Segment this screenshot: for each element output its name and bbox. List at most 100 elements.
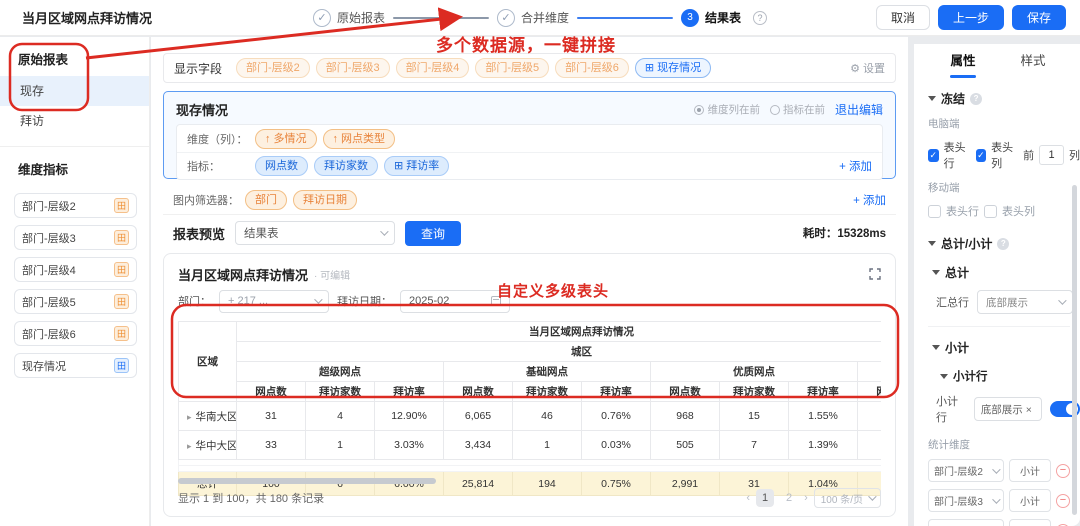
step-1[interactable]: ✓ 原始报表 — [312, 8, 385, 27]
record-summary: 显示 1 到 100，共 180 条记录 — [178, 493, 325, 505]
step-indicator: ✓ 原始报表 ✓ 合并维度 3 结果表 ? — [312, 8, 768, 27]
data-cell: 31 — [236, 401, 306, 431]
metric-tag-label: 拜访家数 — [324, 160, 368, 172]
mobile-header-col-label: 表头列 — [1002, 206, 1035, 218]
field-tag[interactable]: 部门-层级5 — [475, 58, 550, 78]
table-metric-header: 拜访家数 — [512, 381, 582, 402]
visit-date-input[interactable]: 2025-02 — [400, 289, 510, 313]
right-panel-scrollbar[interactable] — [1072, 185, 1077, 515]
metric-badge-icon: 田 — [114, 358, 129, 373]
data-cell: 33 — [236, 430, 306, 460]
expand-icon[interactable]: ▸ — [187, 441, 192, 451]
chart-filter-tag[interactable]: 部门 — [245, 189, 287, 210]
remove-dim-icon[interactable]: − — [1056, 493, 1070, 508]
subtotal-row-tagbox[interactable]: 底部展示 × — [973, 397, 1042, 421]
field-tag[interactable]: 部门-层级2 — [236, 58, 310, 78]
sidebar-field[interactable]: 部门-层级4 田 — [14, 257, 137, 282]
step-check-icon: ✓ — [496, 8, 515, 27]
fullscreen-icon[interactable] — [869, 268, 881, 280]
region-cell[interactable]: ▸ 华南大区 — [178, 401, 237, 431]
tab-attributes[interactable]: 属性 — [928, 44, 998, 78]
step-3[interactable]: 3 结果表 — [681, 8, 741, 27]
edit-panel-title: 现存情况 — [176, 102, 229, 118]
report-title-suffix: · 可编辑 — [314, 270, 351, 282]
data-cell: 968 — [650, 401, 720, 431]
sum-row-select[interactable]: 底部展示 — [977, 290, 1073, 314]
freeze-header-row-label: 表头行 — [943, 142, 966, 170]
layout-gap — [908, 36, 1080, 44]
stat-dim-agg[interactable]: 小计 — [1009, 519, 1051, 526]
step-connector — [577, 16, 674, 19]
report-title: 当月区域网点拜访情况 — [178, 267, 309, 283]
sidebar-source-拜访[interactable]: 拜访 — [0, 106, 149, 136]
stat-dim-agg[interactable]: 小计 — [1009, 489, 1051, 512]
field-tag[interactable]: 部门-层级4 — [395, 58, 470, 78]
dim-col-label: 维度（列）： — [187, 133, 248, 146]
query-button[interactable]: 查询 — [405, 220, 462, 246]
tab-style[interactable]: 样式 — [998, 44, 1068, 78]
sidebar-field[interactable]: 部门-层级6 田 — [14, 321, 137, 346]
metric-tag[interactable]: 拜访家数 — [314, 156, 378, 176]
table-metric-header-partial: 网点数 — [856, 381, 881, 402]
page-size-select[interactable]: 100 条/页 — [813, 488, 881, 508]
step-2[interactable]: ✓ 合并维度 — [496, 8, 569, 27]
field-tag[interactable]: 部门-层级6 — [555, 58, 629, 78]
sidebar-field-label: 部门-层级2 — [22, 200, 76, 213]
expand-icon[interactable]: ▸ — [187, 412, 192, 422]
freeze-section-header[interactable]: 冻结 ? — [928, 90, 1080, 107]
save-button[interactable]: 保存 — [1011, 5, 1066, 30]
metric-tag[interactable]: ⊞ 拜访率 — [384, 156, 450, 176]
totals-section-header[interactable]: 总计/小计 ? — [928, 235, 1080, 252]
add-metric-link[interactable]: + 添加 — [839, 158, 872, 174]
stat-dim-select[interactable]: 部门-层级4 — [928, 519, 1004, 526]
data-cell: 4 — [305, 401, 375, 431]
checkbox-unchecked-icon[interactable] — [928, 204, 941, 218]
table-row: ▸华中大区3313.03%3,43410.03%50571.39%5,58 — [178, 430, 881, 460]
freeze-prefix: 前 — [1023, 150, 1035, 162]
sidebar-field[interactable]: 现存情况 田 — [14, 353, 137, 378]
column-dim-tag[interactable]: ↑ 多情况 — [255, 128, 317, 149]
remove-dim-icon[interactable]: − — [1056, 463, 1070, 478]
stat-dim-select[interactable]: 部门-层级2 — [928, 459, 1004, 482]
sidebar-field[interactable]: 部门-层级2 田 — [14, 193, 137, 218]
sidebar-field[interactable]: 部门-层级3 田 — [14, 225, 137, 250]
cancel-button[interactable]: 取消 — [875, 5, 930, 30]
checkbox-checked-icon[interactable]: ✓ — [928, 148, 939, 162]
data-cell: 46 — [512, 401, 582, 431]
chart-filter-tag[interactable]: 拜访日期 — [293, 189, 357, 210]
next-page-icon[interactable]: › — [804, 492, 808, 504]
subtotal-header[interactable]: 小计 — [932, 339, 1080, 356]
stat-dim-select[interactable]: 部门-层级3 — [928, 489, 1004, 512]
checkbox-checked-icon[interactable]: ✓ — [975, 148, 987, 162]
field-tag-label: 现存情况 — [657, 62, 702, 74]
subtotal-row-header[interactable]: 小计行 — [940, 368, 1080, 384]
prev-page-icon[interactable]: ‹ — [746, 492, 750, 504]
help-icon[interactable]: ? — [753, 10, 768, 25]
radio-metrics-first[interactable]: 指标在前 — [769, 102, 825, 117]
stat-dim-agg[interactable]: 小计 — [1009, 459, 1051, 482]
horizontal-scrollbar[interactable] — [178, 478, 878, 484]
sidebar-source-现存[interactable]: 现存 — [0, 76, 149, 106]
dept-filter-select[interactable]: + 217 ... — [219, 289, 329, 313]
radio-dims-first[interactable]: 维度列在前 — [694, 102, 760, 117]
grand-total-header[interactable]: 总计 — [932, 264, 1080, 281]
exit-edit-link[interactable]: 退出编辑 — [835, 101, 883, 118]
prev-step-button[interactable]: 上一步 — [937, 5, 1004, 30]
sidebar-field[interactable]: 部门-层级5 田 — [14, 289, 137, 314]
field-tag[interactable]: 部门-层级3 — [315, 58, 390, 78]
checkbox-unchecked-icon[interactable] — [984, 204, 997, 218]
field-tag-metric[interactable]: ⊞ 现存情况 — [634, 58, 712, 78]
result-table-select[interactable]: 结果表 — [235, 221, 396, 245]
region-cell[interactable]: ▸ 华中大区 — [178, 430, 237, 460]
scrollbar-thumb[interactable] — [178, 478, 436, 484]
table-metric-header: 拜访率 — [581, 381, 651, 402]
page-1-button[interactable]: 1 — [756, 489, 775, 507]
column-dim-tag[interactable]: ↑ 网点类型 — [322, 128, 395, 149]
fields-settings-button[interactable]: ⚙ 设置 — [850, 60, 885, 76]
metric-tag[interactable]: 网点数 — [255, 156, 308, 176]
query-time: 耗时：15328ms — [802, 228, 886, 240]
freeze-col-count-input[interactable]: 1 — [1039, 145, 1064, 165]
add-filter-link[interactable]: + 添加 — [853, 192, 886, 208]
page-2-button[interactable]: 2 — [780, 489, 798, 507]
table-group-header: 优质网点 — [650, 361, 858, 382]
